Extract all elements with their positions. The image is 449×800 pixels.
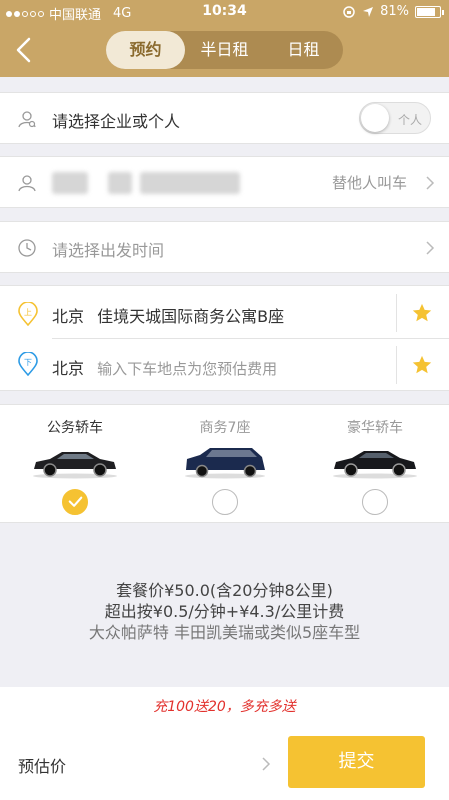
recharge-promo[interactable]: 充100送20，多充多送: [0, 687, 449, 727]
mpv-car-icon: [185, 448, 265, 479]
overage-price: 超出按¥0.5/分钟+¥4.3/公里计费: [104, 602, 345, 621]
departure-time-placeholder: 请选择出发时间: [52, 241, 165, 260]
car-type-selector: 公务轿车 商务7座 豪华轿车: [0, 404, 449, 523]
chevron-right-icon: [426, 176, 435, 190]
rental-type-tabs: 预约 半日租 日租: [106, 31, 343, 69]
svg-text:上: 上: [24, 308, 32, 317]
pricing-info: 套餐价¥50.0(含20分钟8公里) 超出按¥0.5/分钟+¥4.3/公里计费 …: [0, 580, 449, 643]
book-for-others[interactable]: 替他人叫车: [332, 172, 407, 193]
favorite-star-icon[interactable]: [411, 354, 433, 376]
car-type-name: 商务7座: [199, 420, 251, 436]
tab-full-day[interactable]: 日租: [264, 31, 343, 69]
account-selector-row[interactable]: 请选择企业或个人 个人: [0, 92, 449, 144]
redacted-name: [108, 172, 132, 194]
pickup-location: 佳境天城国际商务公寓B座: [97, 307, 285, 326]
tab-half-day[interactable]: 半日租: [185, 31, 264, 69]
dropoff-placeholder: 输入下车地点为您预估费用: [97, 360, 278, 378]
car-option-business-7-seat[interactable]: 商务7座: [150, 405, 300, 524]
pickup-city: 北京: [52, 307, 85, 326]
rotation-lock-icon: [343, 5, 355, 18]
estimate-label[interactable]: 预估价: [18, 753, 66, 777]
svg-text:下: 下: [24, 358, 32, 367]
back-arrow-icon[interactable]: [12, 36, 36, 64]
battery-percent: 81%: [380, 4, 409, 19]
car-type-name: 豪华轿车: [347, 420, 403, 436]
car-option-luxury-sedan[interactable]: 豪华轿车: [300, 405, 449, 524]
divider: [396, 294, 397, 332]
redacted-phone: [140, 172, 240, 194]
dropoff-pin-icon: 下: [18, 352, 38, 376]
favorite-star-icon[interactable]: [411, 302, 433, 324]
sedan-car-icon: [33, 452, 117, 479]
dropoff-address[interactable]: 北京 输入下车地点为您预估费用: [52, 355, 277, 379]
toggle-label: 个人: [397, 113, 422, 127]
clock-icon: [18, 239, 36, 257]
location-arrow-icon: [363, 6, 374, 17]
bottom-bar: 预估价 提交: [0, 727, 449, 800]
car-radio[interactable]: [212, 489, 238, 515]
pickup-pin-icon: 上: [18, 302, 38, 326]
divider: [396, 346, 397, 384]
user-switch-icon: [18, 111, 36, 128]
chevron-right-icon[interactable]: [261, 756, 271, 772]
passenger-row[interactable]: 替他人叫车: [0, 156, 449, 208]
tab-reservation[interactable]: 预约: [106, 31, 185, 69]
status-bar: 中国联通 4G 10:34 81%: [0, 0, 449, 24]
account-label: 请选择企业或个人: [52, 112, 181, 131]
car-type-name: 公务轿车: [47, 420, 103, 436]
car-radio[interactable]: [362, 489, 388, 515]
checkmark-icon: [68, 496, 82, 507]
package-price: 套餐价¥50.0(含20分钟8公里): [116, 581, 333, 600]
redacted-name: [52, 172, 88, 194]
car-models: 大众帕萨特 丰田凯美瑞或类似5座车型: [88, 623, 361, 642]
personal-toggle[interactable]: 个人: [359, 102, 431, 134]
submit-button[interactable]: 提交: [288, 736, 425, 788]
luxury-sedan-icon: [333, 451, 417, 479]
address-divider: [52, 338, 449, 339]
battery-icon: [415, 5, 444, 18]
toggle-knob: [361, 104, 389, 132]
car-option-business-sedan[interactable]: 公务轿车: [0, 405, 150, 524]
departure-time-row[interactable]: 请选择出发时间: [0, 221, 449, 273]
chevron-right-icon: [426, 241, 435, 255]
person-icon: [18, 175, 36, 192]
dropoff-city: 北京: [52, 359, 85, 378]
top-bar: 中国联通 4G 10:34 81% 预约 半日租 日租: [0, 0, 449, 77]
pickup-address[interactable]: 北京 佳境天城国际商务公寓B座: [52, 303, 284, 327]
car-radio-selected[interactable]: [62, 489, 88, 515]
